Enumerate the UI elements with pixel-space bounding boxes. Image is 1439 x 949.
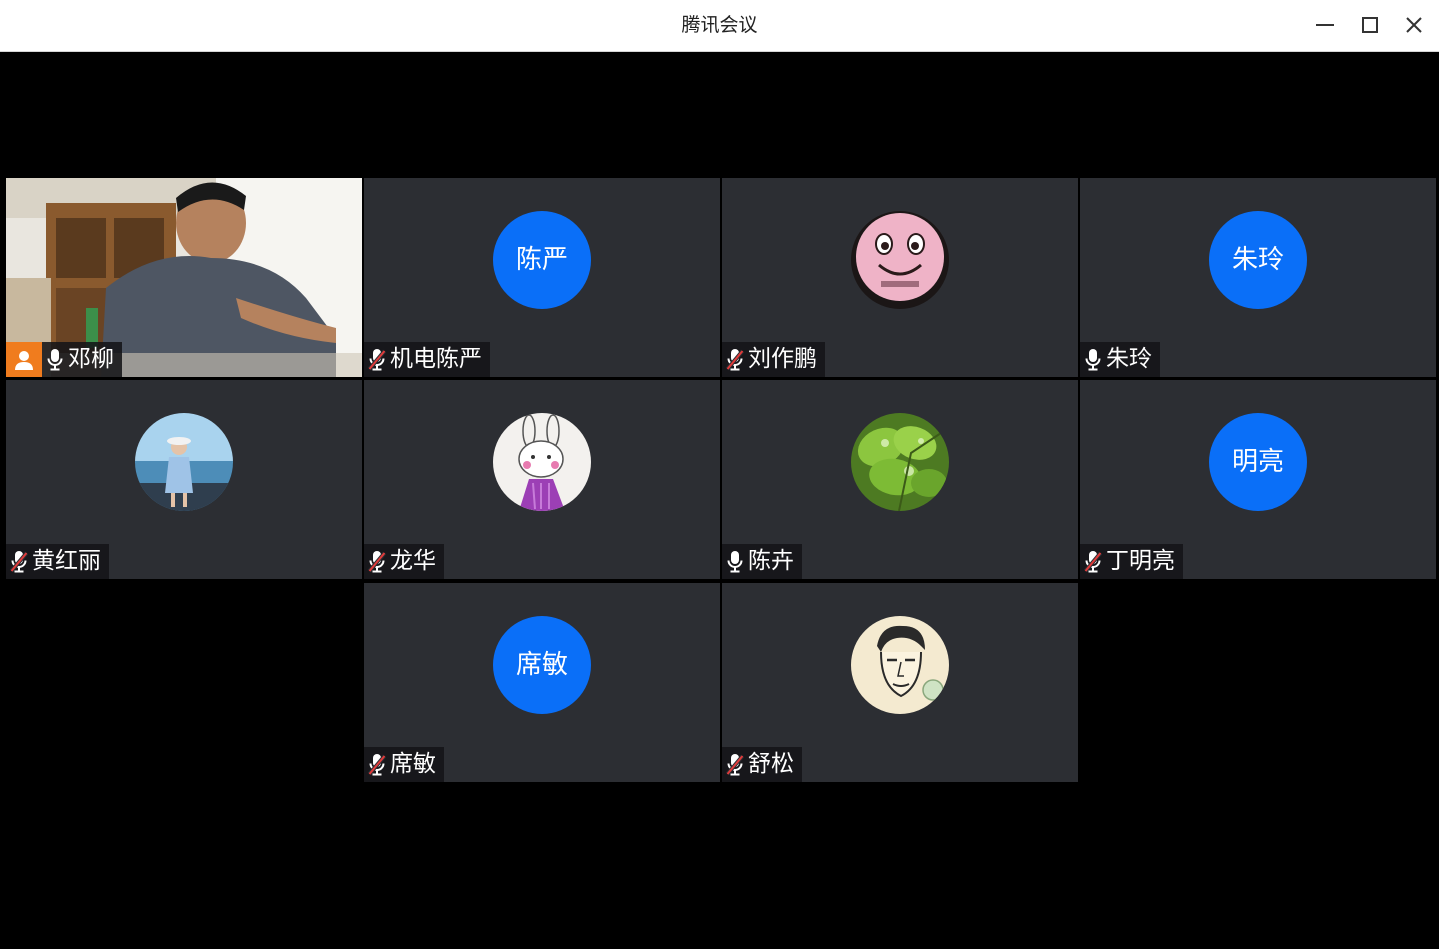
seaside-photo-avatar xyxy=(135,413,233,511)
participant-namebar: 丁明亮 xyxy=(1080,544,1183,579)
participant-namebar: 龙华 xyxy=(364,544,444,579)
bunny-drawing-avatar xyxy=(493,413,591,511)
participant-name: 丁明亮 xyxy=(1106,548,1175,574)
participant-name: 黄红丽 xyxy=(32,548,101,574)
title-bar[interactable]: 腾讯会议 xyxy=(0,0,1439,52)
microphone-muted-icon xyxy=(366,548,388,576)
maximize-button[interactable] xyxy=(1353,8,1387,42)
participant-tile[interactable]: 刘作鹏 xyxy=(722,178,1078,377)
smiley-avatar xyxy=(851,211,949,309)
microphone-muted-icon xyxy=(724,346,746,374)
participant-tile[interactable]: 朱玲 朱玲 xyxy=(1080,178,1436,377)
close-button[interactable] xyxy=(1397,8,1431,42)
microphone-on-icon xyxy=(1082,346,1104,374)
participant-namebar: 舒松 xyxy=(722,747,802,782)
participant-name: 席敏 xyxy=(390,751,436,777)
participant-namebar: 席敏 xyxy=(364,747,444,782)
initials-avatar: 明亮 xyxy=(1209,413,1307,511)
microphone-muted-icon xyxy=(8,548,30,576)
microphone-on-icon xyxy=(724,548,746,576)
microphone-muted-icon xyxy=(1082,548,1104,576)
participant-tile[interactable]: 明亮 丁明亮 xyxy=(1080,380,1436,579)
participant-name: 机电陈严 xyxy=(390,346,482,372)
participant-tile[interactable]: 陈严 机电陈严 xyxy=(364,178,720,377)
leaf-photo-avatar xyxy=(851,413,949,511)
participant-name: 刘作鹏 xyxy=(748,346,817,372)
participant-tile[interactable]: 舒松 xyxy=(722,583,1078,782)
maximize-icon xyxy=(1362,17,1378,33)
meeting-window: 腾讯会议 邓柳 陈严 机电陈严 刘作鹏 朱玲 朱玲 黄红丽 龙华 陈卉 明亮 丁… xyxy=(0,0,1439,949)
participant-namebar: 朱玲 xyxy=(1080,342,1160,377)
minimize-icon xyxy=(1316,24,1334,26)
sketch-portrait-avatar xyxy=(851,616,949,714)
participant-tile[interactable]: 龙华 xyxy=(364,380,720,579)
participant-name: 龙华 xyxy=(390,548,436,574)
participant-name: 邓柳 xyxy=(68,346,114,372)
participant-tile[interactable]: 席敏 席敏 xyxy=(364,583,720,782)
microphone-muted-icon xyxy=(366,751,388,779)
microphone-muted-icon xyxy=(366,346,388,374)
initials-avatar: 陈严 xyxy=(493,211,591,309)
window-title: 腾讯会议 xyxy=(681,14,758,36)
participant-name: 陈卉 xyxy=(748,548,794,574)
participant-tile[interactable]: 黄红丽 xyxy=(6,380,362,579)
close-icon xyxy=(1406,17,1422,33)
initials-avatar: 朱玲 xyxy=(1209,211,1307,309)
participant-name: 朱玲 xyxy=(1106,346,1152,372)
participant-name: 舒松 xyxy=(748,751,794,777)
participant-tile[interactable]: 陈卉 xyxy=(722,380,1078,579)
participant-tile[interactable]: 邓柳 xyxy=(6,178,362,377)
microphone-on-icon xyxy=(44,346,66,374)
participant-namebar: 邓柳 xyxy=(6,342,122,377)
host-user-icon xyxy=(15,350,33,370)
minimize-button[interactable] xyxy=(1308,8,1342,42)
microphone-muted-icon xyxy=(724,751,746,779)
participant-namebar: 陈卉 xyxy=(722,544,802,579)
video-grid: 邓柳 陈严 机电陈严 刘作鹏 朱玲 朱玲 黄红丽 龙华 陈卉 明亮 丁明亮 席敏… xyxy=(3,53,1437,949)
initials-avatar: 席敏 xyxy=(493,616,591,714)
participant-namebar: 机电陈严 xyxy=(364,342,490,377)
participant-namebar: 黄红丽 xyxy=(6,544,109,579)
host-badge xyxy=(6,342,42,377)
participant-namebar: 刘作鹏 xyxy=(722,342,825,377)
